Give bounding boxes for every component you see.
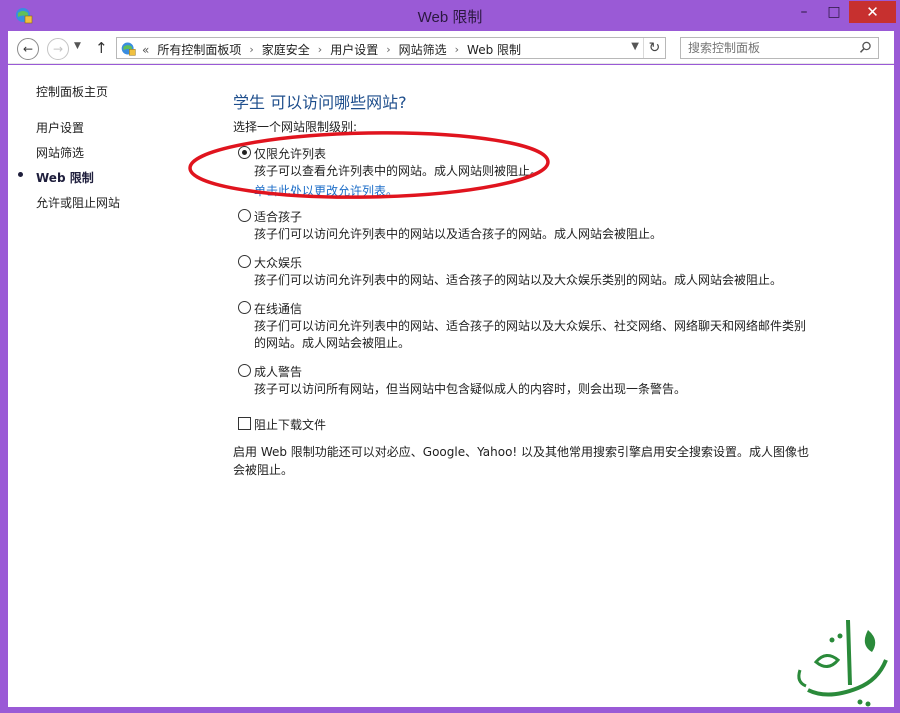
block-downloads-label[interactable]: 阻止下载文件 bbox=[254, 416, 326, 433]
control-panel-icon bbox=[121, 42, 136, 56]
arrow-left-icon: ← bbox=[22, 42, 34, 56]
search-input[interactable] bbox=[688, 41, 853, 55]
block-downloads-checkbox[interactable] bbox=[238, 417, 251, 430]
arrow-up-icon: ↑ bbox=[95, 39, 108, 57]
active-indicator bbox=[18, 172, 23, 177]
sidebar: 控制面板主页 用户设置 网站筛选 Web 限制 允许或阻止网站 bbox=[8, 65, 198, 707]
breadcrumb-item-all-items[interactable]: 所有控制面板项 bbox=[157, 41, 241, 58]
breadcrumb-overflow[interactable]: « bbox=[142, 43, 149, 57]
breadcrumb-item-family-safety[interactable]: 家庭安全 bbox=[262, 41, 310, 58]
option-label[interactable]: 仅限允许列表 bbox=[254, 145, 326, 162]
chevron-right-icon[interactable]: › bbox=[455, 43, 459, 56]
breadcrumb-item-user-settings[interactable]: 用户设置 bbox=[330, 41, 378, 58]
maximize-button[interactable]: □ bbox=[819, 0, 849, 24]
address-bar[interactable]: « 所有控制面板项 › 家庭安全 › 用户设置 › 网站筛选 › Web 限制 … bbox=[116, 37, 666, 59]
chevron-right-icon[interactable]: › bbox=[249, 43, 253, 56]
sidebar-item-control-panel-home[interactable]: 控制面板主页 bbox=[36, 83, 108, 100]
breadcrumb: « 所有控制面板项 › 家庭安全 › 用户设置 › 网站筛选 › Web 限制 bbox=[142, 41, 521, 58]
recent-locations-button[interactable]: ▼ bbox=[74, 41, 81, 51]
option-label[interactable]: 在线通信 bbox=[254, 300, 302, 317]
option-description: 孩子们可以访问允许列表中的网站、适合孩子的网站以及大众娱乐、社交网络、网络聊天和… bbox=[254, 319, 807, 350]
restriction-level-label: 选择一个网站限制级别: bbox=[233, 120, 358, 134]
close-button[interactable]: ✕ bbox=[849, 1, 896, 23]
radio-button[interactable] bbox=[238, 301, 251, 314]
radio-button[interactable] bbox=[238, 209, 251, 222]
minimize-button[interactable]: – bbox=[789, 0, 819, 24]
radio-button[interactable] bbox=[238, 146, 251, 159]
search-icon[interactable] bbox=[859, 41, 872, 54]
refresh-button[interactable]: ↻ bbox=[643, 38, 665, 58]
arrow-right-icon: → bbox=[52, 42, 64, 56]
address-dropdown-icon[interactable]: ▼ bbox=[631, 41, 639, 52]
radio-button[interactable] bbox=[238, 364, 251, 377]
calligraphy-watermark-logo bbox=[797, 619, 888, 707]
change-allow-list-link[interactable]: 单击此处以更改允许列表。 bbox=[254, 182, 398, 199]
back-button[interactable]: ← bbox=[17, 38, 39, 60]
page-title: 学生 可以访问哪些网站? bbox=[233, 93, 407, 112]
sidebar-item-user-settings[interactable]: 用户设置 bbox=[36, 119, 84, 136]
radio-button[interactable] bbox=[238, 255, 251, 268]
navigation-bar: ← → ▼ ↑ « 所有控制面板项 › 家庭安全 › 用户设置 › 网站筛选 ›… bbox=[8, 31, 894, 64]
chevron-right-icon[interactable]: › bbox=[386, 43, 390, 56]
window-title: Web 限制 bbox=[417, 9, 483, 26]
safe-search-note: 启用 Web 限制功能还可以对必应、Google、Yahoo! 以及其他常用搜索… bbox=[233, 445, 810, 477]
option-label[interactable]: 成人警告 bbox=[254, 363, 302, 380]
option-label[interactable]: 适合孩子 bbox=[254, 208, 302, 225]
option-description: 孩子们可以访问允许列表中的网站以及适合孩子的网站。成人网站会被阻止。 bbox=[254, 227, 663, 241]
up-button[interactable]: ↑ bbox=[95, 39, 108, 57]
chevron-down-icon: ▼ bbox=[74, 41, 81, 51]
window: Web 限制 – □ ✕ ← → ▼ ↑ « 所有控制面板项 › 家庭安全 › … bbox=[0, 0, 900, 713]
sidebar-item-allow-block-websites[interactable]: 允许或阻止网站 bbox=[36, 194, 120, 211]
option-description: 孩子们可以访问允许列表中的网站、适合孩子的网站以及大众娱乐类别的网站。成人网站会… bbox=[254, 273, 783, 287]
option-description: 孩子可以查看允许列表中的网站。成人网站则被阻止。 bbox=[254, 164, 543, 178]
refresh-icon: ↻ bbox=[648, 40, 661, 56]
option-label[interactable]: 大众娱乐 bbox=[254, 254, 302, 271]
forward-button[interactable]: → bbox=[47, 38, 69, 60]
search-box[interactable] bbox=[680, 37, 879, 59]
option-description: 孩子可以访问所有网站，但当网站中包含疑似成人的内容时，则会出现一条警告。 bbox=[254, 382, 687, 396]
title-bar[interactable]: Web 限制 – □ ✕ bbox=[0, 0, 900, 31]
sidebar-item-web-restrictions[interactable]: Web 限制 bbox=[36, 169, 94, 186]
breadcrumb-item-web-restrictions[interactable]: Web 限制 bbox=[467, 41, 521, 58]
chevron-right-icon[interactable]: › bbox=[318, 43, 322, 56]
sidebar-item-web-filtering[interactable]: 网站筛选 bbox=[36, 144, 84, 161]
content-area: 控制面板主页 用户设置 网站筛选 Web 限制 允许或阻止网站 学生 可以访问哪… bbox=[8, 65, 894, 707]
breadcrumb-item-web-filtering[interactable]: 网站筛选 bbox=[399, 41, 447, 58]
